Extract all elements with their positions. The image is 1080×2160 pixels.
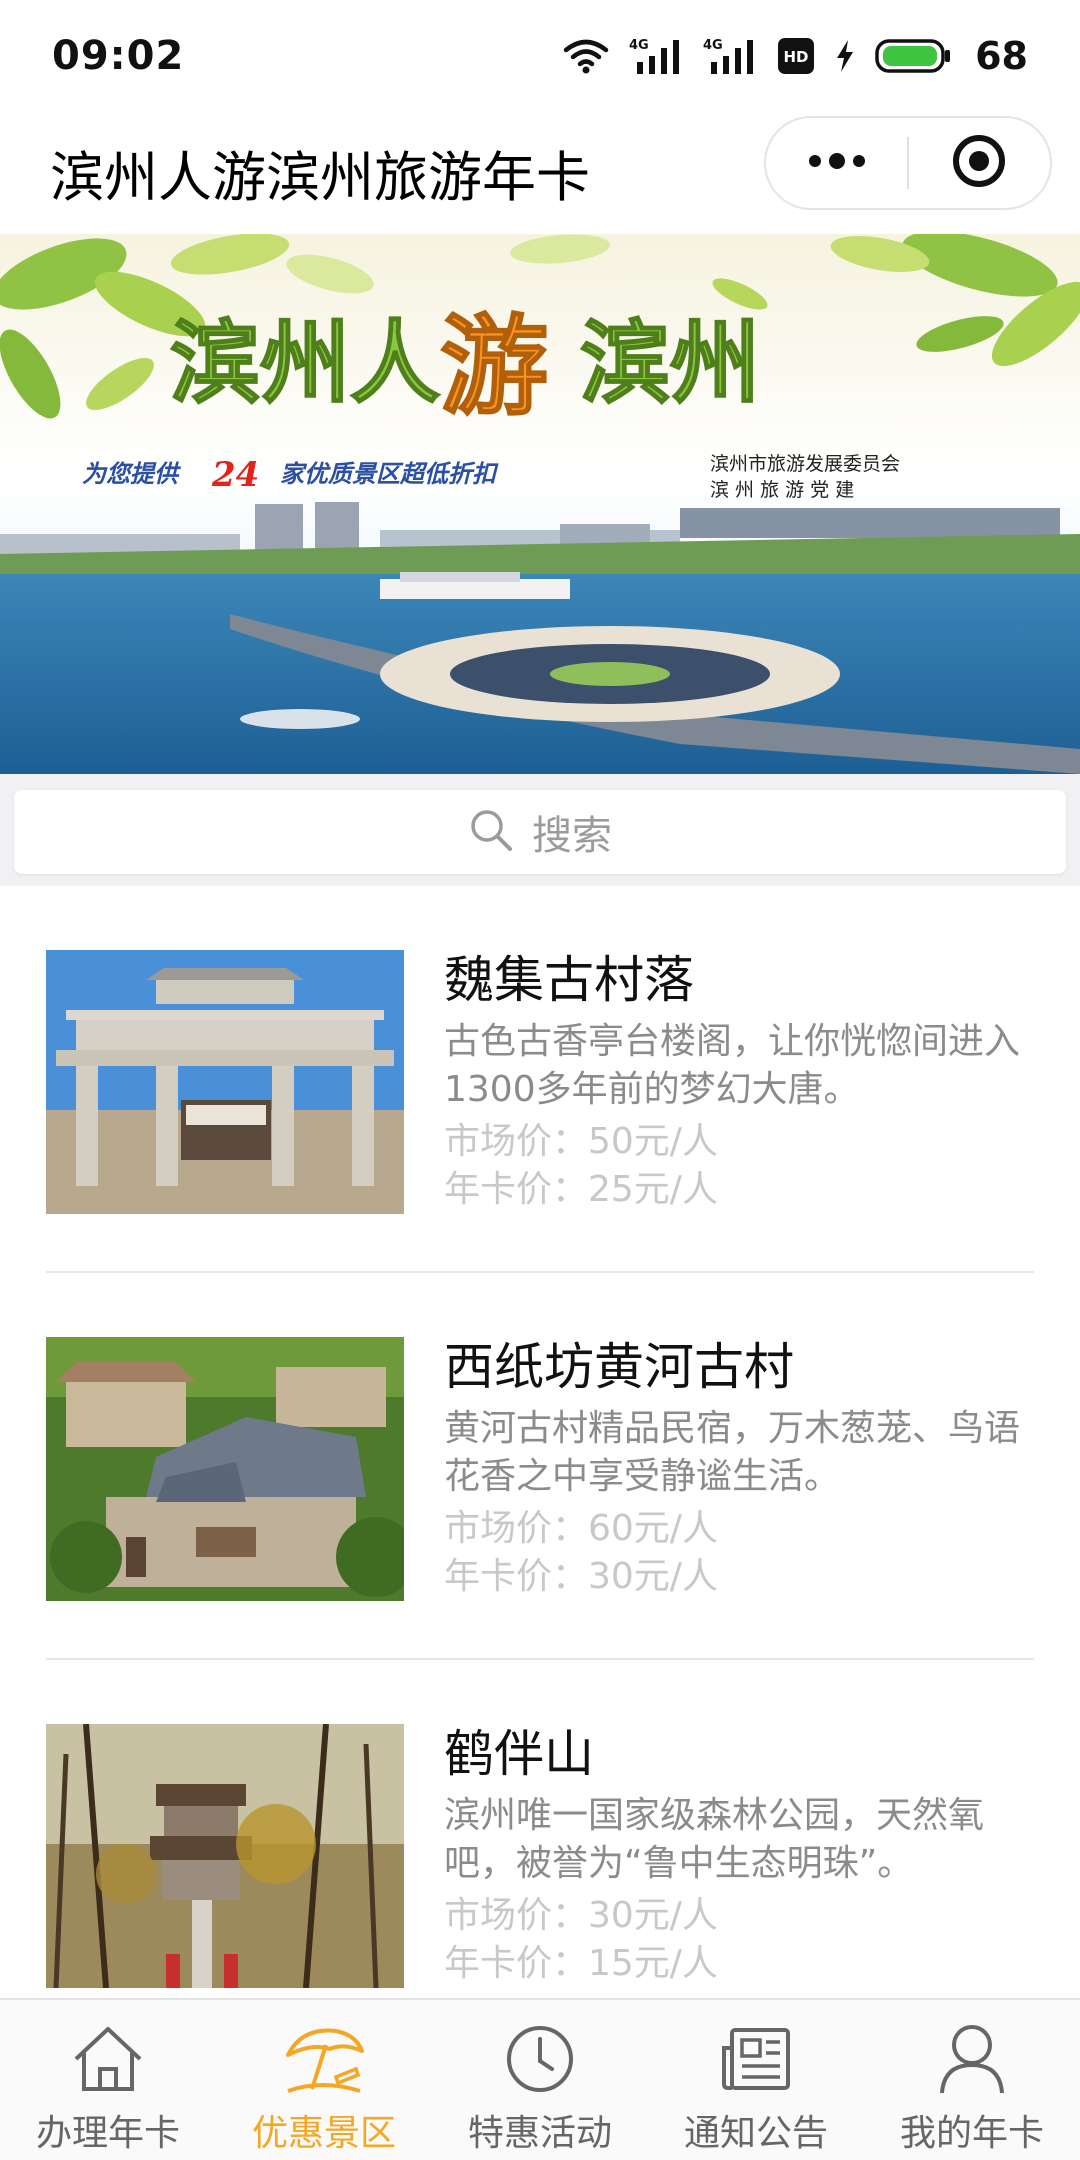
signal-1-label: 4G (629, 38, 649, 53)
tab-apply-card[interactable]: 办理年卡 (0, 2000, 216, 2160)
list-item[interactable]: 魏集古村落 古色古香亭台楼阁，让你恍惚间进入1300多年前的梦幻大唐。 市场价：… (0, 886, 1080, 1273)
tab-notices[interactable]: 通知公告 (648, 2000, 864, 2160)
page-title: 滨州人游滨州旅游年卡 (50, 145, 590, 209)
banner-headline-highlight: 游 (440, 305, 548, 430)
tab-my-card[interactable]: 我的年卡 (864, 2000, 1080, 2160)
attraction-thumbnail (46, 1337, 404, 1601)
attraction-desc: 滨州唯一国家级森林公园，天然氧吧，被誉为“鲁中生态明珠”。 (444, 1795, 985, 1882)
banner-org-line2: 滨 州 旅 游 党 建 (710, 479, 854, 501)
list-item[interactable]: 西纸坊黄河古村 黄河古村精品民宿，万木葱茏、鸟语花香之中享受静谧生活。 市场价：… (0, 1273, 1080, 1660)
beach-umbrella-icon (282, 2018, 366, 2100)
status-time: 09:02 (52, 33, 185, 79)
status-icons: 4G 4G HD 68 (563, 34, 1028, 78)
banner-image: 滨州人 游 滨州 为您提供 24 家优质景区超低折扣 滨州市旅游发展委员会 滨 … (0, 234, 1080, 774)
home-icon (70, 2018, 146, 2100)
mini-program-capsule (764, 116, 1052, 210)
attraction-info: 西纸坊黄河古村 黄河古村精品民宿，万木葱茏、鸟语花香之中享受静谧生活。 市场价：… (444, 1337, 1034, 1660)
tab-label: 我的年卡 (899, 2113, 1044, 2154)
search-input[interactable]: 搜索 (14, 790, 1066, 874)
attraction-thumbnail (46, 1724, 404, 1988)
signal-2-label: 4G (703, 38, 723, 53)
target-close-icon (951, 133, 1007, 193)
attraction-thumbnail (46, 950, 404, 1214)
tab-discount-attractions[interactable]: 优惠景区 (216, 2000, 432, 2160)
market-price: 市场价：60元/人 (444, 1508, 718, 1549)
banner-org-line1: 滨州市旅游发展委员会 (710, 453, 900, 475)
banner-tagline-suffix: 家优质景区超低折扣 (280, 459, 499, 488)
attraction-name: 魏集古村落 (444, 951, 694, 1009)
tab-label: 通知公告 (683, 2113, 828, 2154)
attraction-info: 鹤伴山 滨州唯一国家级森林公园，天然氧吧，被誉为“鲁中生态明珠”。 市场价：30… (444, 1724, 1034, 1998)
banner-headline-part1: 滨州人 (170, 311, 440, 416)
hd-icon: HD (777, 37, 815, 75)
search-area: 搜索 (0, 774, 1080, 886)
signal-icon-2: 4G (703, 36, 757, 76)
list-item[interactable]: 鹤伴山 滨州唯一国家级森林公园，天然氧吧，被誉为“鲁中生态明珠”。 市场价：30… (0, 1660, 1080, 1998)
close-button[interactable] (909, 118, 1050, 208)
charging-icon (835, 39, 855, 73)
card-price: 年卡价：30元/人 (444, 1556, 718, 1597)
attraction-name: 鹤伴山 (444, 1725, 594, 1783)
more-dots-icon (807, 153, 867, 173)
search-icon (468, 807, 514, 857)
market-price: 市场价：50元/人 (444, 1121, 718, 1162)
wifi-icon (563, 38, 609, 74)
banner-tagline-prefix: 为您提供 (82, 459, 182, 488)
app-root: 09:02 4G 4G HD 68 滨州人游滨州旅游年卡 滨州人 游 滨州 为您… (0, 0, 1080, 2160)
tab-label: 特惠活动 (467, 2113, 612, 2154)
attraction-desc: 黄河古村精品民宿，万木葱茏、鸟语花香之中享受静谧生活。 (444, 1408, 1021, 1495)
card-price: 年卡价：25元/人 (444, 1169, 718, 1210)
attraction-desc: 古色古香亭台楼阁，让你恍惚间进入1300多年前的梦幻大唐。 (444, 1021, 1021, 1108)
signal-icon-1: 4G (629, 36, 683, 76)
clock-icon (504, 2018, 576, 2100)
tab-label: 办理年卡 (35, 2113, 180, 2154)
tab-special-events[interactable]: 特惠活动 (432, 2000, 648, 2160)
battery-icon (875, 38, 951, 74)
banner-tagline-number: 24 (211, 455, 259, 495)
hd-label: HD (784, 48, 809, 66)
more-button[interactable] (766, 118, 907, 208)
promo-banner[interactable]: 滨州人 游 滨州 为您提供 24 家优质景区超低折扣 滨州市旅游发展委员会 滨 … (0, 234, 1080, 774)
battery-level: 68 (975, 34, 1028, 78)
card-price: 年卡价：15元/人 (444, 1943, 718, 1984)
attraction-name: 西纸坊黄河古村 (444, 1338, 794, 1396)
bottom-tab-bar: 办理年卡 优惠景区 特惠活动 通知公告 我的年卡 (0, 1998, 1080, 2160)
tab-label: 优惠景区 (251, 2113, 396, 2154)
search-placeholder: 搜索 (532, 813, 612, 859)
attraction-list: 魏集古村落 古色古香亭台楼阁，让你恍惚间进入1300多年前的梦幻大唐。 市场价：… (0, 886, 1080, 1998)
status-bar: 09:02 4G 4G HD 68 (0, 0, 1080, 112)
market-price: 市场价：30元/人 (444, 1895, 718, 1936)
attraction-info: 魏集古村落 古色古香亭台楼阁，让你恍惚间进入1300多年前的梦幻大唐。 市场价：… (444, 950, 1034, 1273)
user-icon (936, 2018, 1008, 2100)
banner-headline-part2: 滨州 (580, 311, 760, 416)
newspaper-icon (720, 2018, 792, 2100)
